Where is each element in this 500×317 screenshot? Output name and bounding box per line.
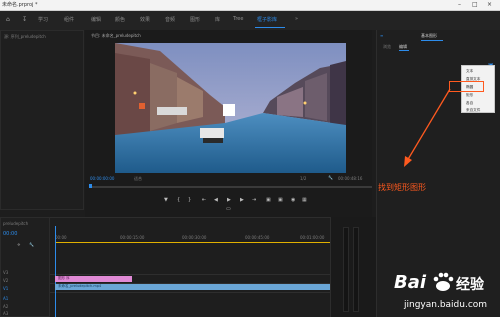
wrench-icon[interactable]: 🔧 [328, 175, 333, 180]
timeline-sequence-label[interactable]: preludepitch [3, 221, 28, 226]
annotation-text: 找到矩形图形 [378, 183, 426, 192]
mark-out-icon[interactable]: } [188, 197, 191, 203]
duration-timecode: 00:00:48:16 [338, 176, 363, 181]
ruler-tick-15: 00:00:15:00 [120, 235, 145, 240]
watermark-tail: 经验 [456, 277, 484, 293]
edit-tab-underline [399, 50, 409, 51]
project-panel: preludepitch 00:00 ❖ 🔧 V3 V2 V1 A1 A2 A3 [0, 217, 50, 317]
essential-graphics-label[interactable]: 基本图形 [421, 33, 437, 39]
track-a1-label[interactable]: A1 [3, 296, 8, 301]
fit-dropdown[interactable]: 适合 [134, 176, 142, 182]
window-title: 未命名.prproj * [2, 2, 38, 8]
timeline-playhead[interactable] [55, 226, 56, 317]
title-bar: 未命名.prproj * – □ × [0, 0, 500, 11]
track-divider [50, 292, 330, 293]
tab-color[interactable]: 颜色 [115, 16, 125, 23]
graphic-clip[interactable]: 图形 序 [55, 276, 132, 282]
program-scrubber[interactable] [90, 186, 372, 188]
video-frame[interactable] [115, 43, 346, 173]
track-v2-label[interactable]: V2 [3, 278, 8, 283]
close-icon[interactable]: × [487, 1, 492, 8]
venice-canal-image [115, 43, 346, 173]
mark-in-icon[interactable]: { [177, 197, 180, 203]
timeline-timecode[interactable]: 00:00 [3, 231, 17, 237]
tab-editing[interactable]: 编辑 [91, 16, 101, 23]
menu-item-rectangle[interactable]: 矩形 [462, 92, 496, 99]
menu-item-text[interactable]: 文本 [462, 68, 496, 75]
program-timecode[interactable]: 00:00:00:00 [90, 176, 114, 181]
ruler-tick-45: 00:00:45:00 [245, 235, 270, 240]
track-divider [50, 274, 330, 275]
tab-graphics[interactable]: 图形 [190, 16, 200, 23]
baidu-paw-icon [433, 272, 454, 291]
program-playhead[interactable] [89, 184, 92, 188]
panel-menu-icon[interactable]: ≡ [380, 33, 383, 38]
track-v1-label[interactable]: V1 [3, 286, 8, 291]
import-icon[interactable]: ↧ [22, 16, 27, 23]
menu-item-from-file[interactable]: 来自文件 [462, 107, 496, 114]
step-back-icon[interactable]: ◀ [214, 197, 218, 203]
tab-active-workspace[interactable]: 框子影库 [257, 16, 277, 23]
panel-active-underline [421, 40, 443, 41]
export-frame-icon[interactable]: ◉ [291, 197, 295, 203]
resolution-dropdown[interactable]: 1/2 [300, 176, 306, 181]
extract-icon[interactable]: ▣ [278, 197, 283, 203]
watermark-brand: Bai [394, 272, 427, 293]
work-area-bar[interactable] [55, 242, 330, 243]
snap-icon[interactable]: ❖ [17, 242, 21, 247]
menu-item-each[interactable]: 各自 [462, 100, 496, 107]
program-monitor-label[interactable]: 节目: 未命名_preludepitch [91, 33, 141, 39]
ruler-tick-30: 00:00:30:00 [182, 235, 207, 240]
wrench-icon-timeline[interactable]: 🔧 [29, 242, 34, 247]
source-panel: 源: 序列_preludepitch [0, 30, 84, 210]
meter-channel-left [343, 227, 349, 312]
video-clip-label: 未命名_preludepitch.mp4 [58, 284, 102, 288]
go-to-in-icon[interactable]: ⇤ [202, 197, 206, 203]
audio-meter [330, 217, 376, 317]
timeline-panel: 00:00 00:00:15:00 00:00:30:00 00:00:45:0… [50, 217, 330, 317]
tab-effects[interactable]: 效果 [140, 16, 150, 23]
watermark-url: jingyan.baidu.com [404, 300, 488, 310]
video-clip[interactable]: 未命名_preludepitch.mp4 [55, 284, 330, 290]
home-icon[interactable]: ⌂ [6, 16, 10, 23]
lift-icon[interactable]: ▣ [266, 197, 271, 203]
meter-channel-right [353, 227, 359, 312]
add-marker-icon[interactable]: ▼ [164, 197, 168, 203]
ruler-tick-60: 00:01:00:00 [300, 235, 325, 240]
tab-audio[interactable]: 音频 [165, 16, 175, 23]
tab-learn[interactable]: 学习 [38, 16, 48, 23]
annotation-arrow [404, 88, 451, 167]
active-tab-indicator [255, 27, 285, 28]
track-a2-label[interactable]: A2 [3, 304, 8, 309]
workspace-bar: ⌂ ↧ 学习 组件 编辑 颜色 效果 音频 图形 库 Tree 框子影库 » [0, 11, 500, 30]
tab-libraries[interactable]: 库 [215, 16, 220, 23]
source-panel-label[interactable]: 源: 序列_preludepitch [4, 34, 46, 40]
rectangle-shape[interactable] [223, 104, 235, 116]
tab-tree[interactable]: Tree [233, 16, 243, 22]
minimize-icon[interactable]: – [458, 1, 461, 8]
go-to-out-icon[interactable]: ⇥ [252, 197, 256, 203]
track-v3-label[interactable]: V3 [3, 270, 8, 275]
more-buttons-icon[interactable]: ▦ [302, 197, 307, 203]
tab-browse[interactable]: 浏览 [383, 44, 391, 50]
play-icon[interactable]: ▶ [227, 197, 231, 203]
safe-margins-icon[interactable]: ▭ [226, 206, 231, 212]
graphic-clip-label: 图形 序 [58, 276, 70, 280]
ruler-tick-0: 00:00 [55, 235, 67, 240]
tab-assembly[interactable]: 组件 [64, 16, 74, 23]
track-a3-label[interactable]: A3 [3, 311, 8, 316]
maximize-icon[interactable]: □ [472, 1, 478, 8]
baidu-jingyan-watermark: Bai 经验 jingyan.baidu.com [390, 268, 498, 316]
more-workspaces-button[interactable]: » [295, 16, 298, 22]
step-forward-icon[interactable]: ▶ [240, 197, 244, 203]
